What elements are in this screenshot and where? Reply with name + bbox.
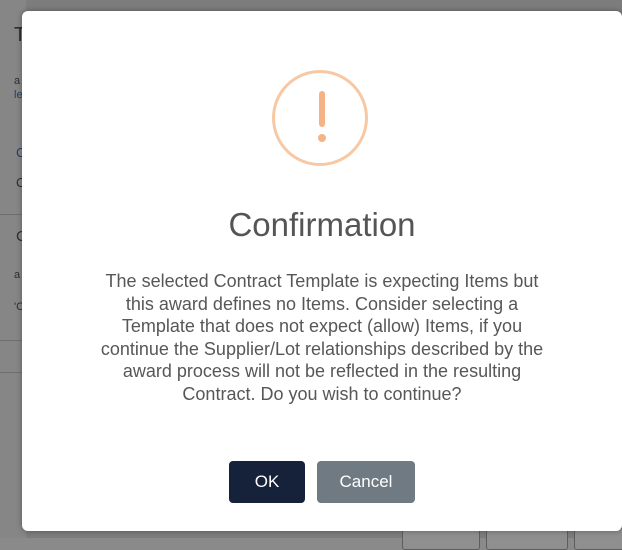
background-divider xyxy=(0,214,24,215)
message-line: award process will not be reflected in t… xyxy=(122,361,522,381)
background-button xyxy=(574,528,622,550)
dialog-message: The selected Contract Template is expect… xyxy=(52,270,592,405)
message-line: continue the Supplier/Lot relationships … xyxy=(100,338,544,359)
dialog-actions: OK Cancel xyxy=(22,461,622,503)
exclamation-warning-icon xyxy=(272,70,368,166)
message-line: The selected Contract Template is expect… xyxy=(105,271,539,291)
ok-button[interactable]: OK xyxy=(229,461,305,503)
message-line: this award defines no Items. Consider se… xyxy=(125,293,519,314)
background-button xyxy=(486,528,568,550)
message-line: Contract. Do you wish to continue? xyxy=(182,383,462,404)
confirmation-dialog: Confirmation The selected Contract Templ… xyxy=(22,11,622,531)
dialog-title: Confirmation xyxy=(228,206,416,243)
message-line: Template that does not expect (allow) It… xyxy=(121,316,523,336)
exclamation-dot xyxy=(318,134,326,142)
background-button xyxy=(402,528,480,550)
exclamation-bar xyxy=(319,91,325,127)
cancel-button[interactable]: Cancel xyxy=(317,461,415,503)
background-divider xyxy=(0,372,24,373)
background-divider xyxy=(0,340,24,341)
